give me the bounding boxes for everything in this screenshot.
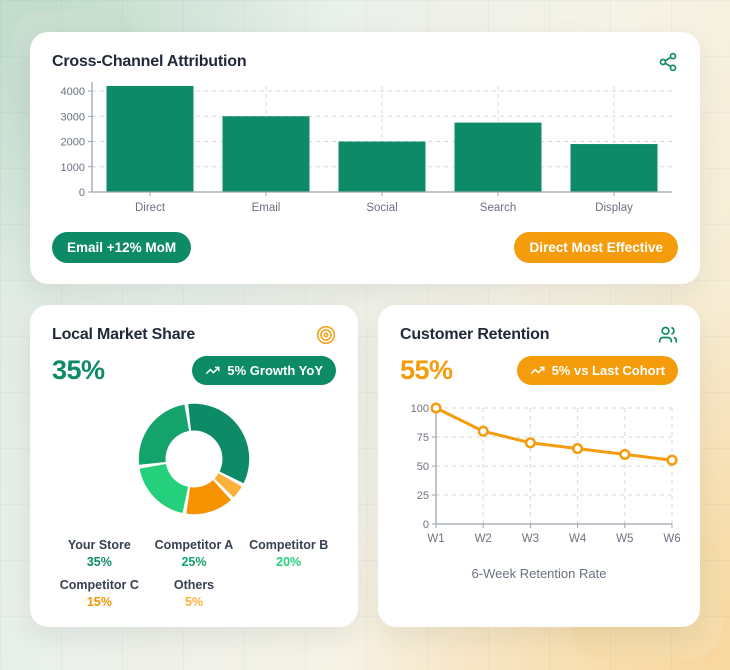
legend-value: 15% [86,595,112,609]
growth-badge-label: 5% Growth YoY [227,363,323,378]
svg-text:W1: W1 [427,533,444,545]
attribution-card: Cross-Channel Attribution 0 1000 2000 3000 4… [30,32,700,284]
email-trend-badge-label: Email +12% MoM [67,240,177,255]
svg-text:Search: Search [480,202,516,214]
email-trend-badge: Email +12% MoM [52,232,192,263]
svg-text:W4: W4 [569,533,587,545]
attribution-bar-chart: 0 1000 2000 3000 4000 Direct Email Social Search… [61,82,672,214]
market-share-metric: 35% [52,355,105,385]
legend-value: 5% [184,595,204,609]
users-icon [658,326,678,343]
legend-label: Your Store [67,538,131,552]
legend-item: Competitor B 20% [241,538,336,569]
svg-text:Direct: Direct [135,202,166,214]
svg-text:75: 75 [417,432,429,444]
svg-text:100: 100 [411,403,429,415]
legend-item: Others 5% [147,578,242,609]
retention-metric-row: 55% 5% vs Last Cohort [400,355,678,386]
cohort-badge: 5% vs Last Cohort [516,356,678,385]
legend-label: Others [173,578,215,592]
retention-chart-caption: 6-Week Retention Rate [471,566,607,581]
svg-text:1000: 1000 [61,162,85,174]
svg-text:2000: 2000 [61,137,85,149]
svg-text:3000: 3000 [61,111,85,123]
retention-card-header: Customer Retention [400,325,678,345]
target-icon [316,325,336,345]
svg-text:Email: Email [252,202,281,214]
retention-metric: 55% [400,355,453,385]
legend-item: Competitor C 15% [52,578,147,609]
legend-label: Competitor C [59,578,139,592]
legend-value: 35% [86,555,112,569]
share-icon[interactable] [658,52,678,72]
market-share-metric-row: 35% 5% Growth YoY [52,355,336,386]
svg-text:25: 25 [417,490,429,502]
svg-text:W2: W2 [475,533,492,545]
svg-text:0: 0 [79,187,85,199]
direct-effective-badge-label: Direct Most Effective [529,240,663,255]
legend-label: Competitor B [249,538,329,552]
legend-label: Competitor A [154,538,234,552]
market-share-donut-chart [138,403,250,515]
trending-up-icon [530,366,545,375]
market-share-card-header: Local Market Share [52,325,336,345]
donut-chart-wrap [52,390,336,528]
svg-text:50: 50 [417,461,429,473]
market-share-card: Local Market Share 35% 5% Growth YoY You… [30,305,358,627]
svg-text:4000: 4000 [61,86,85,98]
retention-line-chart: 0 25 50 75 100 W1 W2 W3 W4 W5 W6 [411,402,681,545]
attribution-card-header: Cross-Channel Attribution [52,52,678,72]
svg-text:W6: W6 [663,533,680,545]
growth-badge: 5% Growth YoY [192,356,336,385]
legend-item: Your Store 35% [52,538,147,569]
svg-text:Social: Social [366,202,397,214]
legend-value: 20% [276,555,302,569]
market-share-card-title: Local Market Share [52,326,196,343]
legend-value: 25% [181,555,207,569]
retention-card-title: Customer Retention [400,326,550,343]
cohort-badge-label: 5% vs Last Cohort [551,363,665,378]
svg-text:W3: W3 [522,533,539,545]
attribution-badges-row: Email +12% MoM Direct Most Effective [52,232,678,263]
svg-text:Display: Display [595,202,633,214]
attribution-card-title: Cross-Channel Attribution [52,53,247,70]
retention-card: Customer Retention 55% 5% vs Last Cohort… [378,305,700,627]
market-share-legend: Your Store 35% Competitor A 25% Competit… [52,538,336,609]
legend-item: Competitor A 25% [147,538,242,569]
direct-effective-badge: Direct Most Effective [514,232,678,263]
svg-text:0: 0 [423,519,429,531]
trending-up-icon [206,366,220,375]
svg-text:W5: W5 [616,533,633,545]
